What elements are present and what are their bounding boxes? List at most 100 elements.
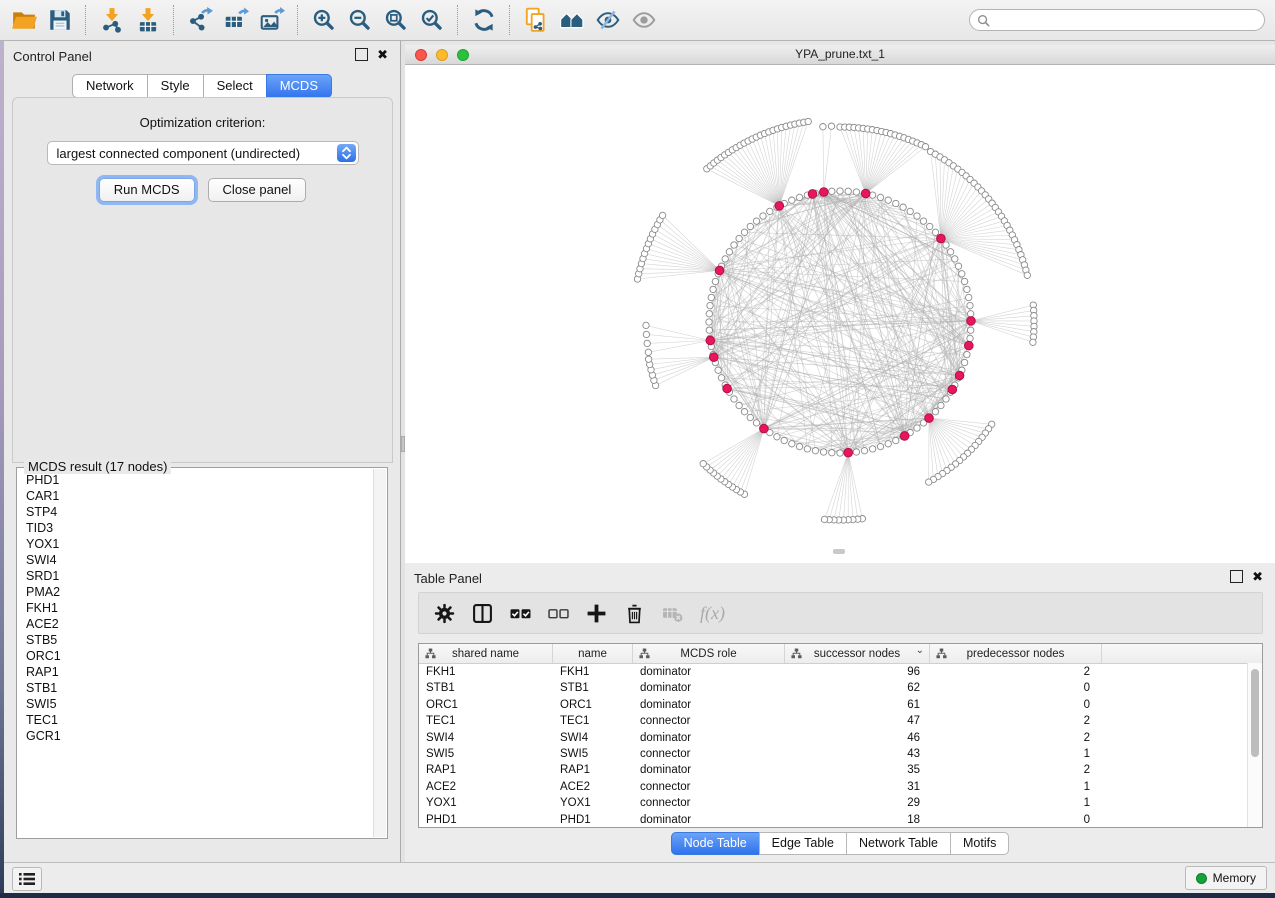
network-node[interactable] [964, 351, 970, 357]
table-cell[interactable]: dominator [633, 762, 785, 778]
network-node[interactable] [943, 396, 949, 402]
network-leaf-node[interactable] [820, 124, 826, 130]
network-node[interactable] [829, 450, 835, 456]
network-node[interactable] [837, 450, 843, 456]
network-node[interactable] [927, 223, 933, 229]
zoom-out-icon[interactable] [342, 3, 378, 37]
select-all-icon[interactable] [510, 603, 531, 624]
table-cell[interactable]: dominator [633, 697, 785, 713]
column-header-predecessor-nodes[interactable]: predecessor nodes [930, 644, 1102, 663]
network-node[interactable] [812, 448, 818, 454]
network-mcds-node[interactable] [808, 190, 817, 199]
mcds-result-item[interactable]: PHD1 [18, 472, 374, 488]
mcds-result-item[interactable]: TEC1 [18, 712, 374, 728]
table-cell[interactable]: FKH1 [553, 664, 633, 680]
network-node[interactable] [741, 229, 747, 235]
add-column-icon[interactable] [586, 603, 607, 624]
network-node[interactable] [774, 434, 780, 440]
network-node[interactable] [726, 249, 732, 255]
table-row[interactable]: TEC1TEC1connector472 [419, 713, 1262, 729]
mcds-result-item[interactable]: ORC1 [18, 648, 374, 664]
network-node[interactable] [961, 278, 967, 284]
table-row[interactable]: ACE2ACE2connector311 [419, 779, 1262, 795]
table-row[interactable]: ORC1ORC1dominator610 [419, 697, 1262, 713]
network-node[interactable] [961, 359, 967, 365]
table-cell[interactable]: connector [633, 779, 785, 795]
table-cell[interactable]: connector [633, 713, 785, 729]
open-file-icon[interactable] [6, 3, 42, 37]
network-node[interactable] [900, 204, 906, 210]
network-node[interactable] [952, 256, 958, 262]
hide-selected-icon[interactable] [590, 3, 626, 37]
table-cell[interactable]: ACE2 [419, 779, 553, 795]
table-cell[interactable]: 18 [785, 812, 930, 828]
network-leaf-node[interactable] [1030, 339, 1036, 345]
network-node[interactable] [968, 311, 974, 317]
table-cell[interactable]: RAP1 [553, 762, 633, 778]
deselect-all-icon[interactable] [548, 603, 569, 624]
network-node[interactable] [715, 367, 721, 373]
network-node[interactable] [959, 271, 965, 277]
sort-indicator-icon[interactable]: ⌄ [916, 645, 924, 656]
table-cell[interactable]: 47 [785, 713, 930, 729]
table-cell[interactable]: 0 [930, 680, 1102, 696]
table-cell[interactable]: TEC1 [419, 713, 553, 729]
network-canvas[interactable] [405, 65, 1275, 557]
network-node[interactable] [767, 208, 773, 214]
network-mcds-node[interactable] [775, 202, 784, 211]
close-panel-button[interactable]: Close panel [208, 178, 307, 202]
table-cell[interactable]: 1 [930, 795, 1102, 811]
mcds-list-scrollbar[interactable] [373, 469, 386, 837]
network-node[interactable] [877, 443, 883, 449]
table-cell[interactable]: 2 [930, 664, 1102, 680]
network-mcds-node[interactable] [760, 424, 769, 433]
column-header-successor-nodes[interactable]: successor nodes⌄ [785, 644, 930, 663]
table-cell[interactable]: FKH1 [419, 664, 553, 680]
table-cell[interactable]: 35 [785, 762, 930, 778]
table-row[interactable]: YOX1YOX1connector291 [419, 795, 1262, 811]
network-node[interactable] [706, 311, 712, 317]
table-cell[interactable]: SWI5 [419, 746, 553, 762]
network-node[interactable] [736, 402, 742, 408]
network-mcds-node[interactable] [955, 371, 964, 380]
maximize-window-icon[interactable] [457, 49, 469, 61]
table-cell[interactable]: 31 [785, 779, 930, 795]
mcds-result-item[interactable]: GCR1 [18, 728, 374, 744]
table-row[interactable]: SWI4SWI4dominator462 [419, 730, 1262, 746]
table-cell[interactable]: 62 [785, 680, 930, 696]
network-mcds-node[interactable] [861, 189, 870, 198]
table-scrollbar-thumb[interactable] [1251, 669, 1259, 757]
network-leaf-node[interactable] [1024, 272, 1030, 278]
tab-select[interactable]: Select [203, 74, 267, 98]
network-node[interactable] [747, 414, 753, 420]
float-panel-icon[interactable] [1230, 570, 1243, 583]
network-leaf-node[interactable] [644, 340, 650, 346]
table-cell[interactable]: 1 [930, 779, 1102, 795]
column-header-shared-name[interactable]: shared name [419, 644, 553, 663]
network-mcds-node[interactable] [715, 266, 724, 275]
network-node[interactable] [820, 449, 826, 455]
tab-edge-table[interactable]: Edge Table [759, 832, 847, 855]
table-cell[interactable]: ORC1 [553, 697, 633, 713]
network-node[interactable] [968, 327, 974, 333]
tab-mcds[interactable]: MCDS [266, 74, 332, 98]
table-cell[interactable]: 2 [930, 730, 1102, 746]
table-row[interactable]: RAP1RAP1dominator352 [419, 762, 1262, 778]
column-layout-icon[interactable] [472, 603, 493, 624]
network-node[interactable] [710, 286, 716, 292]
zoom-fit-icon[interactable] [378, 3, 414, 37]
close-window-icon[interactable] [415, 49, 427, 61]
mcds-result-item[interactable]: STB5 [18, 632, 374, 648]
network-leaf-node[interactable] [659, 212, 665, 218]
table-cell[interactable]: RAP1 [419, 762, 553, 778]
network-node[interactable] [829, 188, 835, 194]
network-mcds-node[interactable] [844, 448, 853, 457]
delete-column-icon[interactable] [624, 603, 645, 624]
table-cell[interactable]: 1 [930, 746, 1102, 762]
network-node[interactable] [893, 437, 899, 443]
network-node[interactable] [932, 409, 938, 415]
mcds-result-list[interactable]: PHD1CAR1STP4TID3YOX1SWI4SRD1PMA2FKH1ACE2… [18, 472, 374, 837]
network-node[interactable] [955, 263, 961, 269]
network-mcds-node[interactable] [710, 353, 719, 362]
table-cell[interactable]: 0 [930, 812, 1102, 828]
